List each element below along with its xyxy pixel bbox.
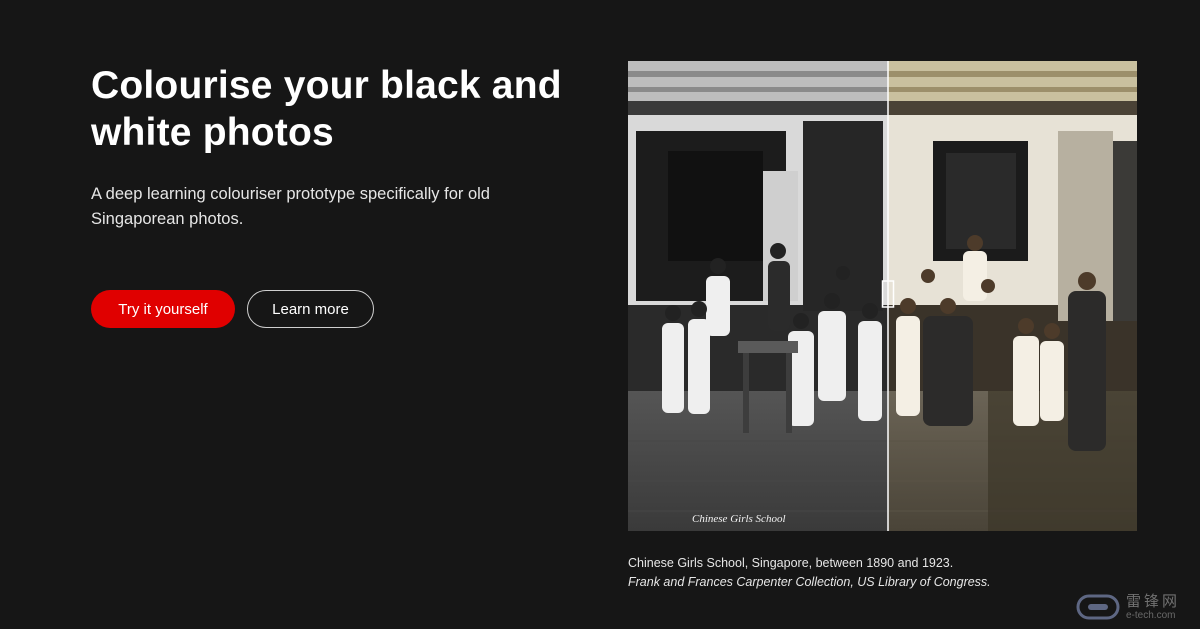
- caption-credit: Frank and Frances Carpenter Collection, …: [628, 575, 991, 589]
- page-title: Colourise your black and white photos: [91, 64, 562, 154]
- watermark-en-text: e-tech.com: [1126, 609, 1176, 621]
- before-after-comparison[interactable]: Chinese Girls School: [628, 61, 1137, 531]
- learn-more-button[interactable]: Learn more: [247, 290, 374, 328]
- cta-buttons: Try it yourself Learn more: [91, 290, 374, 328]
- photo-inscription: Chinese Girls School: [692, 513, 786, 525]
- comparison-photo: Chinese Girls School: [628, 61, 1137, 531]
- page: Colourise your black and white photos A …: [0, 0, 1200, 629]
- watermark-logo-icon: [1076, 594, 1120, 620]
- watermark: 雷锋网 e-tech.com: [1076, 590, 1196, 624]
- watermark-cn-text: 雷锋网: [1126, 591, 1181, 610]
- photo-caption: Chinese Girls School, Singapore, between…: [628, 554, 1148, 592]
- hero-subtitle: A deep learning colouriser prototype spe…: [91, 185, 490, 228]
- try-it-yourself-button[interactable]: Try it yourself: [91, 290, 235, 328]
- caption-main: Chinese Girls School, Singapore, between…: [628, 556, 954, 570]
- hero-section: Colourise your black and white photos A …: [91, 62, 591, 232]
